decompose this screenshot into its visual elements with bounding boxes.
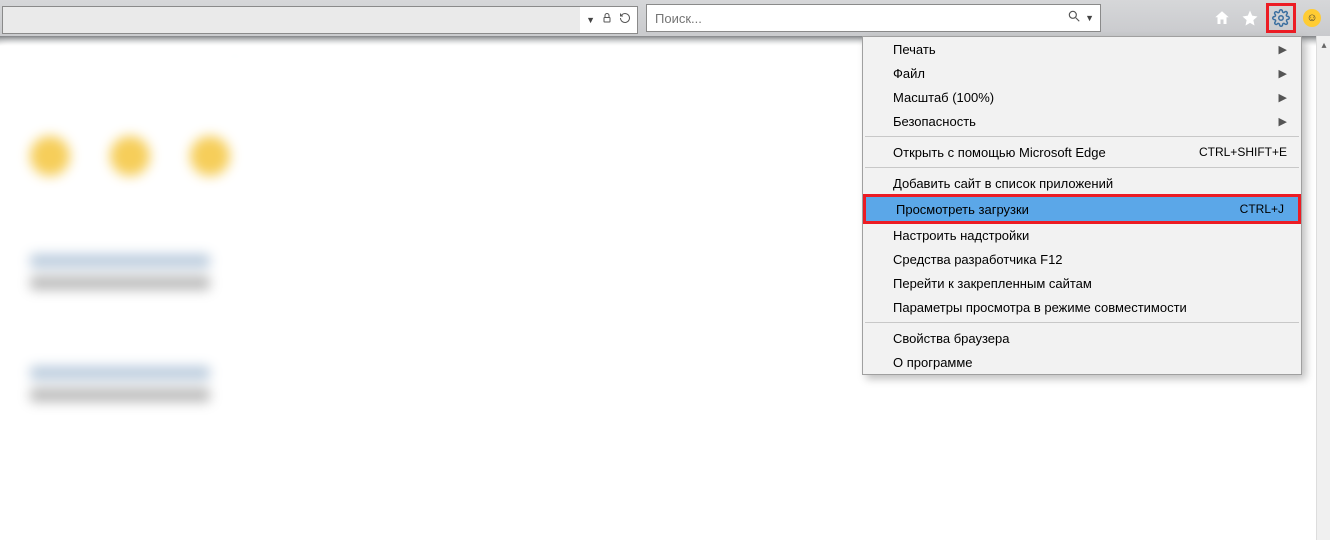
menu-item-label: Масштаб (100%) <box>893 90 1259 105</box>
search-dropdown-icon[interactable]: ▼ <box>1085 13 1094 23</box>
menu-item-label: Свойства браузера <box>893 331 1287 346</box>
home-icon[interactable] <box>1210 6 1234 30</box>
vertical-scrollbar[interactable]: ▴ <box>1316 36 1330 540</box>
refresh-icon[interactable] <box>619 12 631 27</box>
tools-gear-icon[interactable] <box>1266 3 1296 33</box>
menu-item-f12-tools[interactable]: Средства разработчика F12 <box>863 247 1301 271</box>
browser-toolbar: ▼ ▼ ☺ <box>0 0 1330 36</box>
menu-item-add-site-to-apps[interactable]: Добавить сайт в список приложений <box>863 171 1301 195</box>
menu-item-label: Печать <box>893 42 1259 57</box>
submenu-arrow-icon: ▶ <box>1279 91 1287 104</box>
menu-separator <box>865 322 1299 323</box>
address-bar-controls: ▼ <box>580 12 637 27</box>
menu-item-shortcut: CTRL+SHIFT+E <box>1199 145 1287 159</box>
tools-dropdown-menu: Печать ▶ Файл ▶ Масштаб (100%) ▶ Безопас… <box>862 36 1302 375</box>
menu-item-zoom[interactable]: Масштаб (100%) ▶ <box>863 85 1301 109</box>
address-bar-url-blurred <box>3 7 580 33</box>
menu-item-shortcut: CTRL+J <box>1240 202 1284 216</box>
scroll-up-arrow-icon[interactable]: ▴ <box>1317 36 1330 54</box>
menu-item-label: Добавить сайт в список приложений <box>893 176 1287 191</box>
menu-item-label: Просмотреть загрузки <box>896 202 1220 217</box>
menu-item-file[interactable]: Файл ▶ <box>863 61 1301 85</box>
menu-item-pinned-sites[interactable]: Перейти к закрепленным сайтам <box>863 271 1301 295</box>
favorites-star-icon[interactable] <box>1238 6 1262 30</box>
menu-item-label: Файл <box>893 66 1259 81</box>
menu-item-about[interactable]: О программе <box>863 350 1301 374</box>
menu-item-print[interactable]: Печать ▶ <box>863 37 1301 61</box>
menu-item-label: Перейти к закрепленным сайтам <box>893 276 1287 291</box>
submenu-arrow-icon: ▶ <box>1279 67 1287 80</box>
search-bar[interactable]: ▼ <box>646 4 1101 32</box>
smiley-icon[interactable]: ☺ <box>1300 6 1324 30</box>
menu-item-label: Настроить надстройки <box>893 228 1287 243</box>
menu-item-label: О программе <box>893 355 1287 370</box>
lock-icon <box>601 12 613 27</box>
menu-item-label: Средства разработчика F12 <box>893 252 1287 267</box>
menu-separator <box>865 136 1299 137</box>
menu-item-security[interactable]: Безопасность ▶ <box>863 109 1301 133</box>
search-input[interactable] <box>647 11 1061 26</box>
menu-item-compat-view[interactable]: Параметры просмотра в режиме совместимос… <box>863 295 1301 319</box>
menu-item-internet-options[interactable]: Свойства браузера <box>863 326 1301 350</box>
submenu-arrow-icon: ▶ <box>1279 43 1287 56</box>
menu-separator <box>865 167 1299 168</box>
menu-item-label: Параметры просмотра в режиме совместимос… <box>893 300 1287 315</box>
search-icon[interactable] <box>1067 9 1081 28</box>
menu-item-label: Безопасность <box>893 114 1259 129</box>
highlight-annotation: Просмотреть загрузки CTRL+J <box>863 194 1301 224</box>
menu-item-label: Открыть с помощью Microsoft Edge <box>893 145 1179 160</box>
submenu-arrow-icon: ▶ <box>1279 115 1287 128</box>
menu-item-view-downloads[interactable]: Просмотреть загрузки CTRL+J <box>866 197 1298 221</box>
menu-item-open-edge[interactable]: Открыть с помощью Microsoft Edge CTRL+SH… <box>863 140 1301 164</box>
menu-item-manage-addons[interactable]: Настроить надстройки <box>863 223 1301 247</box>
toolbar-right-icons: ☺ <box>1210 3 1330 33</box>
address-dropdown-icon[interactable]: ▼ <box>586 15 595 25</box>
address-bar[interactable]: ▼ <box>2 6 638 34</box>
